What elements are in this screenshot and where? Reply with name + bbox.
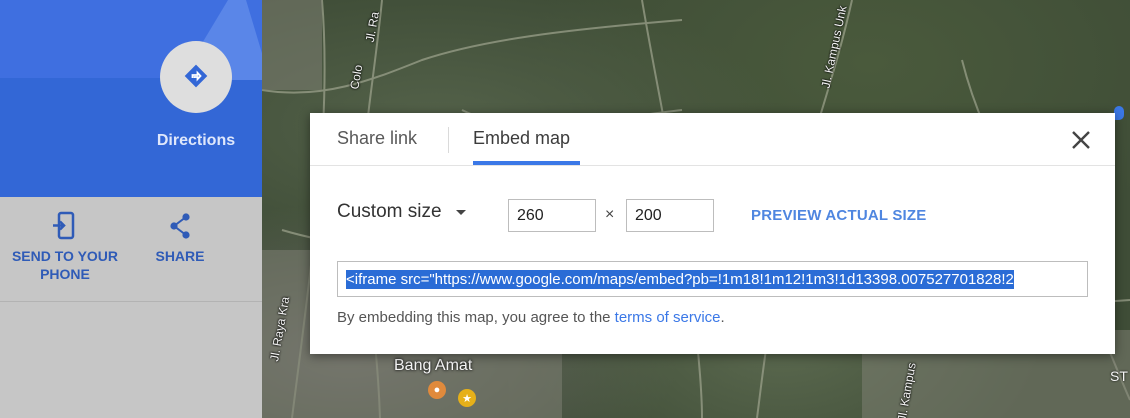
directions-icon xyxy=(182,62,210,93)
embed-code-text: <iframe src="https://www.google.com/maps… xyxy=(346,269,1014,289)
panel-divider xyxy=(0,301,262,302)
embed-code-field[interactable]: <iframe src="https://www.google.com/maps… xyxy=(337,261,1088,297)
dropdown-caret-icon xyxy=(455,209,466,215)
send-to-phone-icon xyxy=(0,211,130,241)
place-hero-image: Directions xyxy=(0,0,262,197)
size-dropdown[interactable]: Custom size xyxy=(337,200,466,224)
send-to-phone-label-line2: PHONE xyxy=(40,266,90,282)
directions-button[interactable] xyxy=(160,41,232,113)
size-dropdown-value: Custom size xyxy=(337,201,442,222)
place-side-panel: Directions SEND TO YOUR PHONE SHARE xyxy=(0,0,262,418)
preview-actual-size-link[interactable]: PREVIEW ACTUAL SIZE xyxy=(751,207,926,224)
share-dialog: Share link Embed map Custom size × PREVI… xyxy=(310,113,1115,354)
send-to-phone-button[interactable]: SEND TO YOUR PHONE xyxy=(0,211,130,283)
dialog-tabs: Share link Embed map xyxy=(310,113,1115,166)
tab-share-link[interactable]: Share link xyxy=(337,128,417,149)
share-label: SHARE xyxy=(155,248,205,264)
terms-notice-suffix: . xyxy=(720,309,725,326)
restaurant-pin-icon[interactable]: ● xyxy=(428,381,446,399)
dimension-separator: × xyxy=(605,206,615,223)
map-marker-icon[interactable] xyxy=(1114,106,1124,120)
close-button[interactable] xyxy=(1067,126,1095,154)
map-edge-label: ST xyxy=(1110,368,1128,384)
action-row: SEND TO YOUR PHONE SHARE xyxy=(0,197,262,301)
tab-embed-map[interactable]: Embed map xyxy=(473,128,570,149)
share-icon xyxy=(130,211,230,241)
active-tab-indicator xyxy=(473,161,580,165)
send-to-phone-label-line1: SEND TO YOUR xyxy=(11,248,119,264)
place-label[interactable]: Bang Amat xyxy=(394,357,472,375)
star-pin-icon[interactable]: ★ xyxy=(458,389,476,407)
directions-label[interactable]: Directions xyxy=(140,132,252,150)
terms-notice-prefix: By embedding this map, you agree to the xyxy=(337,309,615,326)
close-icon xyxy=(1067,131,1095,157)
height-input[interactable] xyxy=(626,199,714,232)
tab-divider xyxy=(448,127,449,153)
terms-notice: By embedding this map, you agree to the … xyxy=(337,309,725,326)
width-input[interactable] xyxy=(508,199,596,232)
terms-of-service-link[interactable]: terms of service xyxy=(615,309,721,326)
share-button[interactable]: SHARE xyxy=(130,211,230,265)
